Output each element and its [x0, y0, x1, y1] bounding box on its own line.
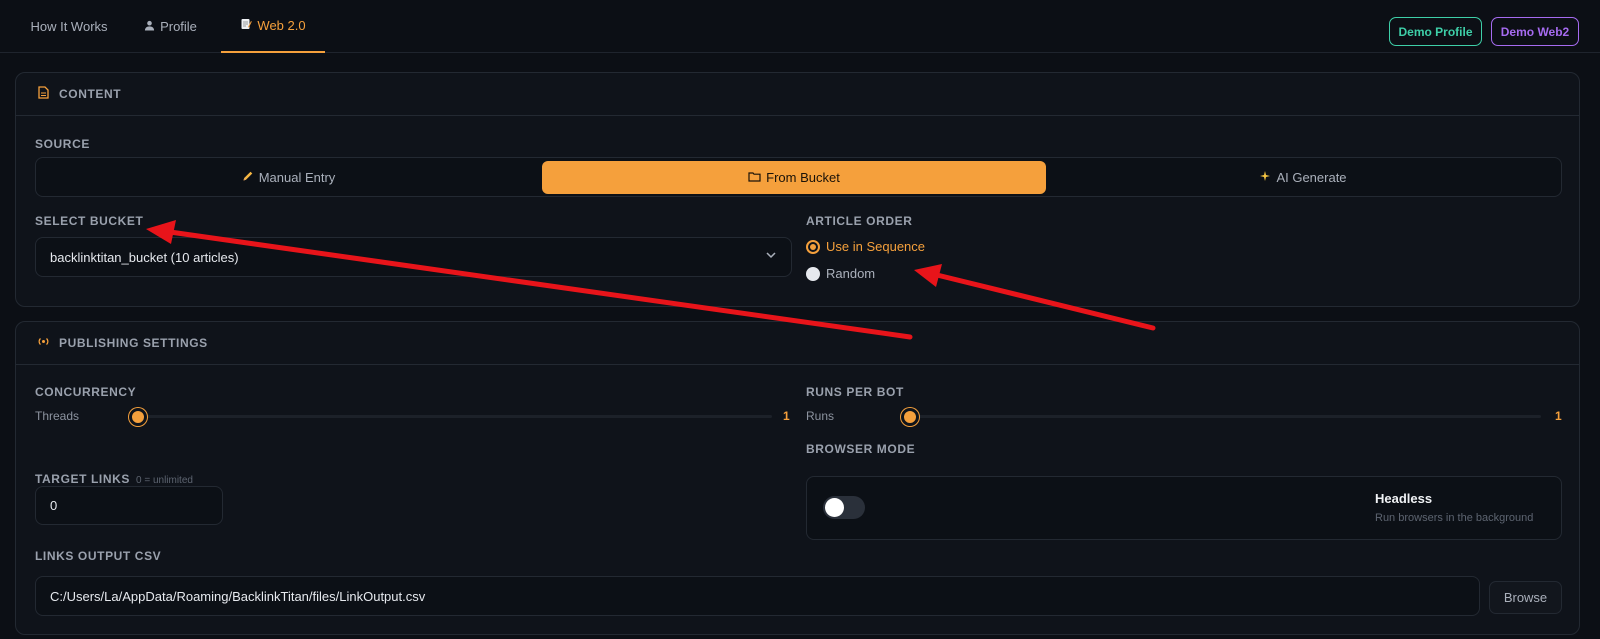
- chevron-down-icon: [765, 249, 777, 264]
- source-manual-entry[interactable]: Manual Entry: [39, 161, 538, 194]
- article-order-label: ARTICLE ORDER: [806, 214, 913, 228]
- publishing-settings-panel: PUBLISHING SETTINGS CONCURRENCY Threads …: [15, 321, 1580, 635]
- memo-icon: [240, 18, 253, 33]
- browser-mode-label: BROWSER MODE: [806, 442, 916, 456]
- source-from-bucket[interactable]: From Bucket: [542, 161, 1046, 194]
- browse-button[interactable]: Browse: [1489, 581, 1562, 614]
- threads-value: 1: [783, 409, 790, 423]
- concurrency-label: CONCURRENCY: [35, 385, 137, 399]
- threads-label: Threads: [35, 409, 80, 423]
- slider-track: [129, 415, 772, 418]
- headless-description: Run browsers in the background: [1375, 512, 1534, 524]
- runs-value: 1: [1555, 409, 1562, 423]
- headless-title: Headless: [1375, 491, 1433, 506]
- links-output-value: C:/Users/La/AppData/Roaming/BacklinkTita…: [50, 588, 426, 604]
- folder-icon: [748, 171, 761, 185]
- radio-label: Random: [826, 266, 876, 281]
- runs-per-bot-label: RUNS PER BOT: [806, 385, 904, 399]
- radio-selected-icon: [806, 239, 820, 254]
- tab-label: Profile: [160, 19, 197, 34]
- broadcast-icon: [36, 336, 50, 350]
- demo-web2-button[interactable]: Demo Web2: [1491, 17, 1579, 46]
- target-links-hint: 0 = unlimited: [135, 475, 193, 486]
- option-label: From Bucket: [766, 170, 840, 185]
- select-bucket-label: SELECT BUCKET: [35, 214, 144, 228]
- panel-title: PUBLISHING SETTINGS: [59, 336, 208, 350]
- slider-thumb[interactable]: [901, 408, 919, 426]
- threads-slider[interactable]: [129, 408, 772, 426]
- source-selector: Manual Entry From Bucket AI Generate: [35, 157, 1562, 197]
- target-links-label-text: TARGET LINKS: [35, 472, 130, 486]
- target-links-value: 0: [50, 498, 58, 513]
- order-sequence-radio[interactable]: Use in Sequence: [806, 239, 925, 254]
- headless-toggle[interactable]: [823, 496, 865, 519]
- links-output-label: LINKS OUTPUT CSV: [35, 549, 162, 563]
- content-panel-header: CONTENT: [16, 73, 1579, 116]
- top-nav: How It Works Profile Web 2.0 Demo Profil…: [0, 0, 1600, 53]
- links-output-input[interactable]: C:/Users/La/AppData/Roaming/BacklinkTita…: [35, 576, 1480, 616]
- bucket-select[interactable]: backlinktitan_bucket (10 articles): [35, 237, 792, 277]
- order-random-radio[interactable]: Random: [806, 266, 875, 281]
- publishing-panel-header: PUBLISHING SETTINGS: [16, 322, 1579, 365]
- target-links-label: TARGET LINKS 0 = unlimited: [35, 472, 193, 486]
- option-label: AI Generate: [1276, 170, 1347, 185]
- pencil-icon: [242, 170, 254, 185]
- tab-web2[interactable]: Web 2.0: [221, 0, 325, 53]
- toggle-knob: [825, 498, 844, 517]
- runs-slider[interactable]: [901, 408, 1541, 426]
- tab-label: Web 2.0: [257, 18, 306, 33]
- slider-thumb[interactable]: [129, 408, 147, 426]
- target-links-input[interactable]: 0: [35, 486, 223, 525]
- tab-how-it-works[interactable]: How It Works: [16, 0, 122, 53]
- radio-label: Use in Sequence: [826, 239, 926, 254]
- content-panel: CONTENT SOURCE Manual Entry From Bucket …: [15, 72, 1580, 307]
- person-icon: [144, 20, 155, 34]
- bucket-select-value: backlinktitan_bucket (10 articles): [50, 249, 239, 265]
- sparkles-icon: [1259, 170, 1271, 185]
- source-label: SOURCE: [35, 137, 90, 151]
- panel-title: CONTENT: [59, 87, 122, 101]
- radio-unselected-icon: [806, 266, 820, 281]
- browser-mode-card: Headless Run browsers in the background: [806, 476, 1562, 540]
- source-ai-generate[interactable]: AI Generate: [1050, 161, 1556, 194]
- slider-track: [901, 415, 1541, 418]
- runs-label: Runs: [806, 409, 835, 423]
- option-label: Manual Entry: [258, 170, 336, 185]
- tab-profile[interactable]: Profile: [132, 0, 209, 53]
- document-icon: [36, 86, 50, 102]
- tab-label: How It Works: [30, 19, 108, 34]
- demo-profile-button[interactable]: Demo Profile: [1389, 17, 1482, 46]
